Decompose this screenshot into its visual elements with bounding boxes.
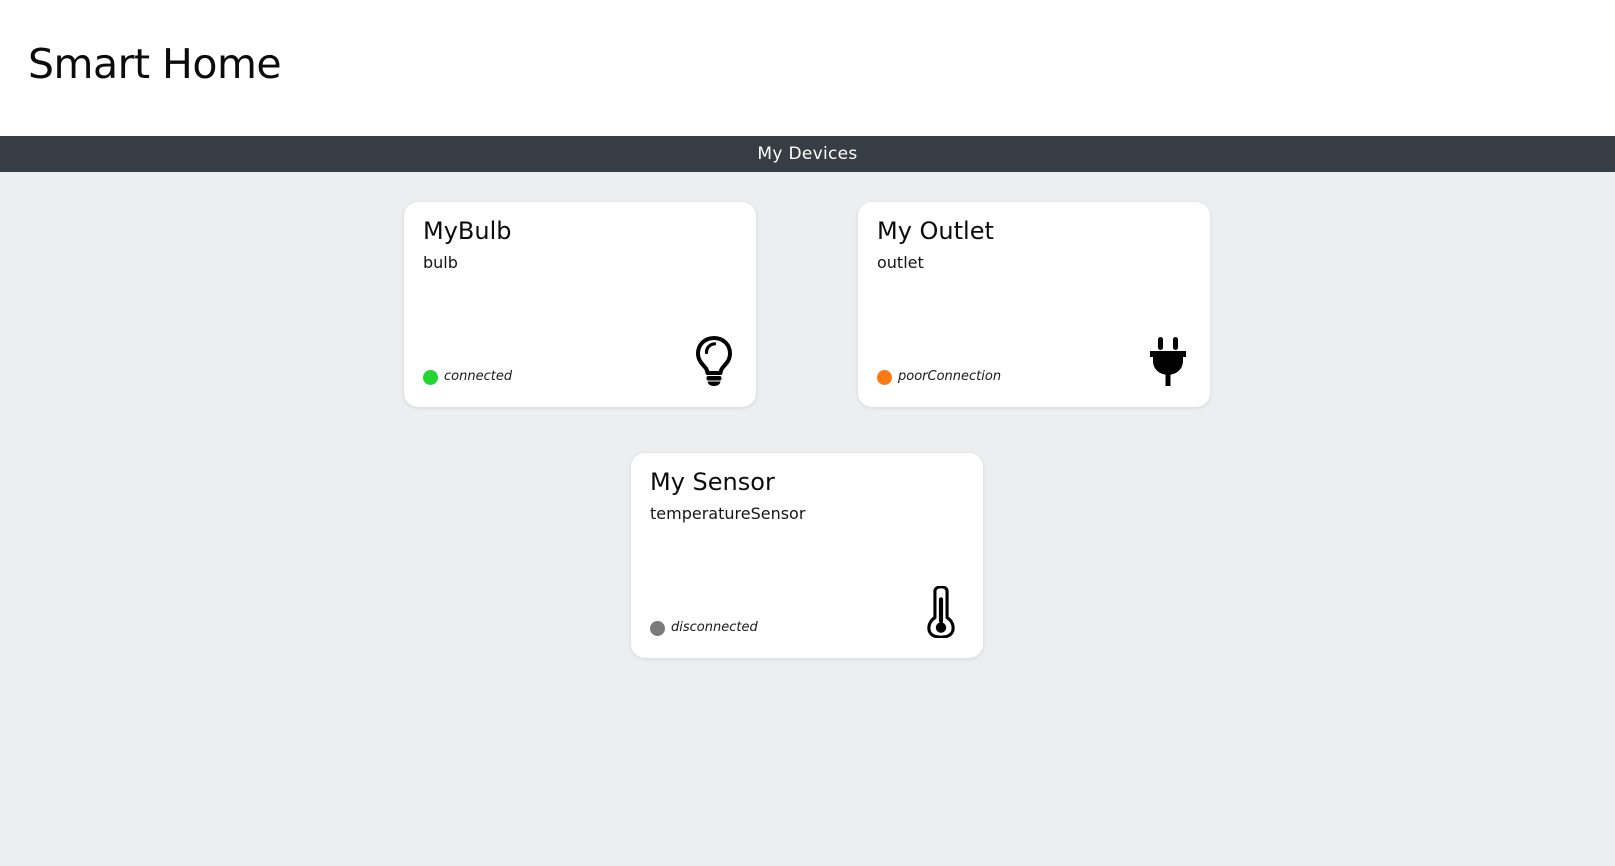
status-label: poorConnection [898, 369, 1002, 384]
section-bar-my-devices: My Devices [0, 136, 1615, 172]
thermometer-icon [921, 586, 961, 638]
plug-icon [1148, 335, 1188, 387]
device-card-my-outlet[interactable]: My Outlet outlet poorConnection [858, 202, 1210, 407]
status-label: connected [444, 369, 513, 384]
status-label: disconnected [671, 620, 758, 635]
device-card-mybulb[interactable]: MyBulb bulb connected [404, 202, 756, 407]
status-indicator-dot [650, 620, 665, 636]
device-name: MyBulb [423, 217, 512, 245]
device-type: temperatureSensor [650, 504, 806, 523]
app-title: Smart Home [28, 40, 282, 88]
device-name: My Sensor [650, 468, 775, 496]
connection-status: poorConnection [877, 369, 1001, 385]
app-header: Smart Home [0, 0, 1615, 136]
device-type: bulb [423, 253, 458, 272]
lightbulb-icon [694, 335, 734, 387]
device-type: outlet [877, 253, 924, 272]
status-indicator-dot [877, 369, 892, 385]
status-indicator-dot [423, 369, 438, 385]
device-card-my-sensor[interactable]: My Sensor temperatureSensor disconnected [631, 453, 983, 658]
device-name: My Outlet [877, 217, 994, 245]
connection-status: connected [423, 369, 512, 385]
connection-status: disconnected [650, 620, 758, 636]
